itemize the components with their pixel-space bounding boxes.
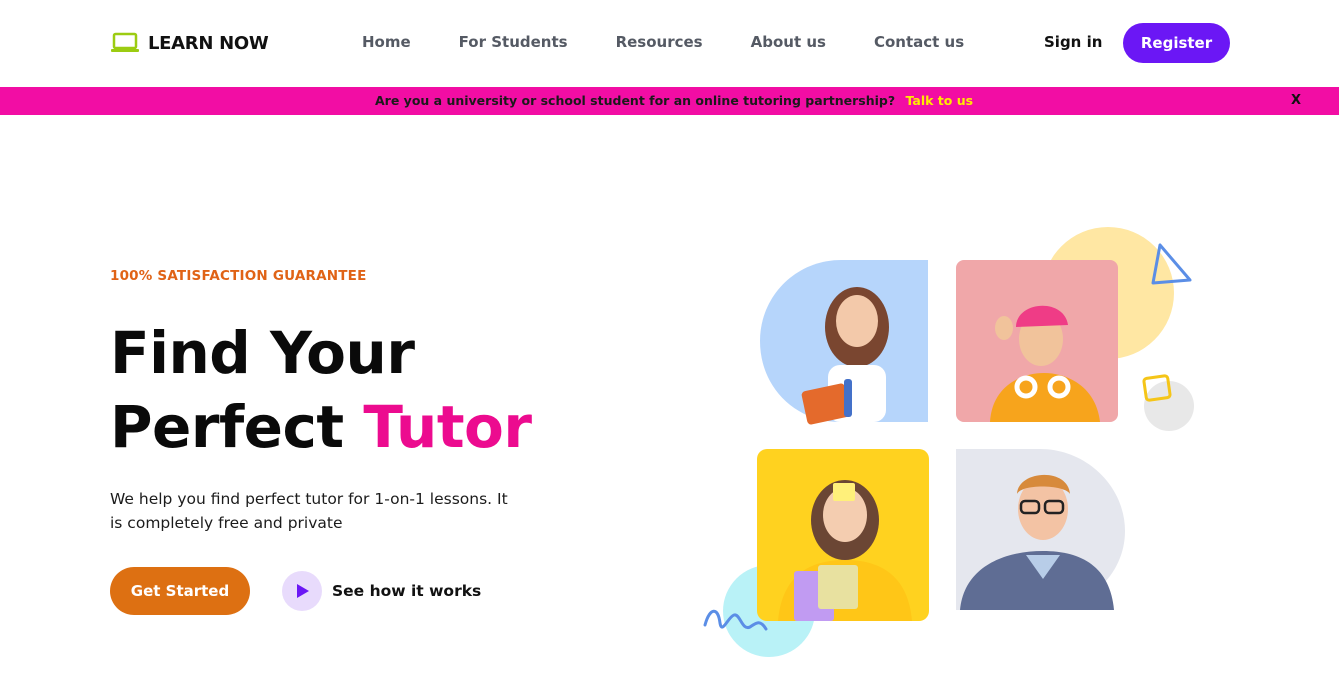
tutor-photo-3 [757,449,929,621]
site-header: LEARN NOW Home For Students Resources Ab… [0,0,1339,87]
see-how-it-works-label: See how it works [332,582,482,600]
collage-illustration [703,227,1194,657]
logo[interactable]: LEARN NOW [110,31,269,55]
headline-line1: Find Your [110,319,415,387]
nav-resources[interactable]: Resources [616,33,703,51]
headline-line2-plain: Perfect [110,393,344,461]
hero-subtext: We help you find perfect tutor for 1-on-… [110,490,508,532]
hero-tagline: 100% SATISFACTION GUARANTEE [110,268,367,284]
nav-contact-us[interactable]: Contact us [874,33,964,51]
see-how-it-works-button[interactable]: See how it works [282,571,481,611]
banner-message: Are you a university or school student f… [375,93,973,108]
headline-line2-accent: Tutor [363,393,532,461]
get-started-button[interactable]: Get Started [110,567,250,615]
register-button[interactable]: Register [1123,23,1230,63]
tutor-photo-1 [760,260,928,425]
laptop-icon [111,32,139,52]
banner-text: Are you a university or school student f… [375,93,896,108]
main-nav: Home For Students Resources About us Con… [362,33,1012,51]
tutor-photo-2 [956,260,1118,422]
tutor-photo-4 [956,449,1125,610]
nav-about-us[interactable]: About us [751,33,826,51]
play-icon [297,584,309,598]
hero-headline: Find Your Perfect Tutor [110,316,532,464]
signin-link[interactable]: Sign in [1044,33,1102,51]
play-button[interactable] [282,571,322,611]
announcement-banner: Are you a university or school student f… [0,87,1339,115]
logo-text: LEARN NOW [148,32,269,54]
nav-for-students[interactable]: For Students [459,33,568,51]
nav-home[interactable]: Home [362,33,411,51]
banner-close-button[interactable]: X [1291,93,1301,108]
talk-to-us-link[interactable]: Talk to us [906,93,974,108]
hero-collage [700,215,1220,665]
